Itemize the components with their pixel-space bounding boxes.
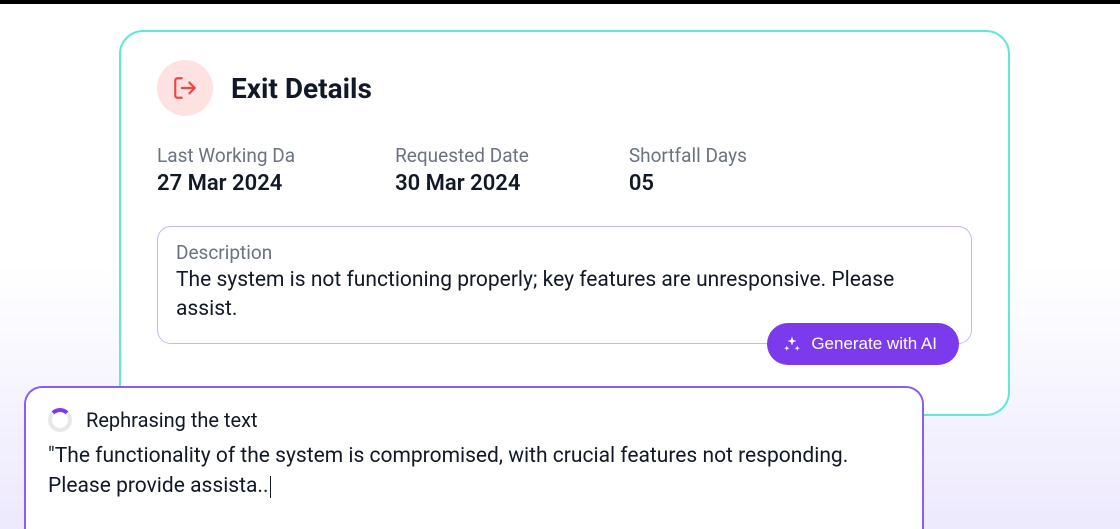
requested-date-block: Requested Date 30 Mar 2024 [395, 144, 529, 196]
sparkle-icon [783, 335, 801, 353]
description-text: The system is not functioning properly; … [176, 266, 953, 325]
requested-date-value: 30 Mar 2024 [395, 171, 529, 196]
last-working-day-label: Last Working Da [157, 144, 295, 167]
last-working-day-block: Last Working Da 27 Mar 2024 [157, 144, 295, 196]
details-row: Last Working Da 27 Mar 2024 Requested Da… [157, 144, 972, 196]
card-header: Exit Details [157, 60, 972, 116]
rephrase-header: Rephrasing the text [48, 408, 900, 432]
text-cursor [270, 476, 271, 498]
shortfall-days-label: Shortfall Days [629, 144, 747, 167]
exit-icon [157, 60, 213, 116]
shortfall-days-value: 05 [629, 171, 747, 196]
generate-with-ai-button[interactable]: Generate with AI [767, 323, 959, 365]
description-label: Description [176, 241, 953, 264]
rephrase-title: Rephrasing the text [86, 408, 258, 432]
rephrase-popup: Rephrasing the text "The functionality o… [24, 386, 924, 529]
requested-date-label: Requested Date [395, 144, 529, 167]
top-bar [0, 0, 1120, 4]
shortfall-days-block: Shortfall Days 05 [629, 144, 747, 196]
last-working-day-value: 27 Mar 2024 [157, 171, 295, 196]
rephrase-text: "The functionality of the system is comp… [48, 442, 900, 501]
generate-button-label: Generate with AI [811, 334, 937, 354]
description-box[interactable]: Description The system is not functionin… [157, 226, 972, 344]
spinner-icon [48, 408, 72, 432]
page-title: Exit Details [231, 72, 372, 105]
exit-details-card: Exit Details Last Working Da 27 Mar 2024… [119, 30, 1010, 416]
